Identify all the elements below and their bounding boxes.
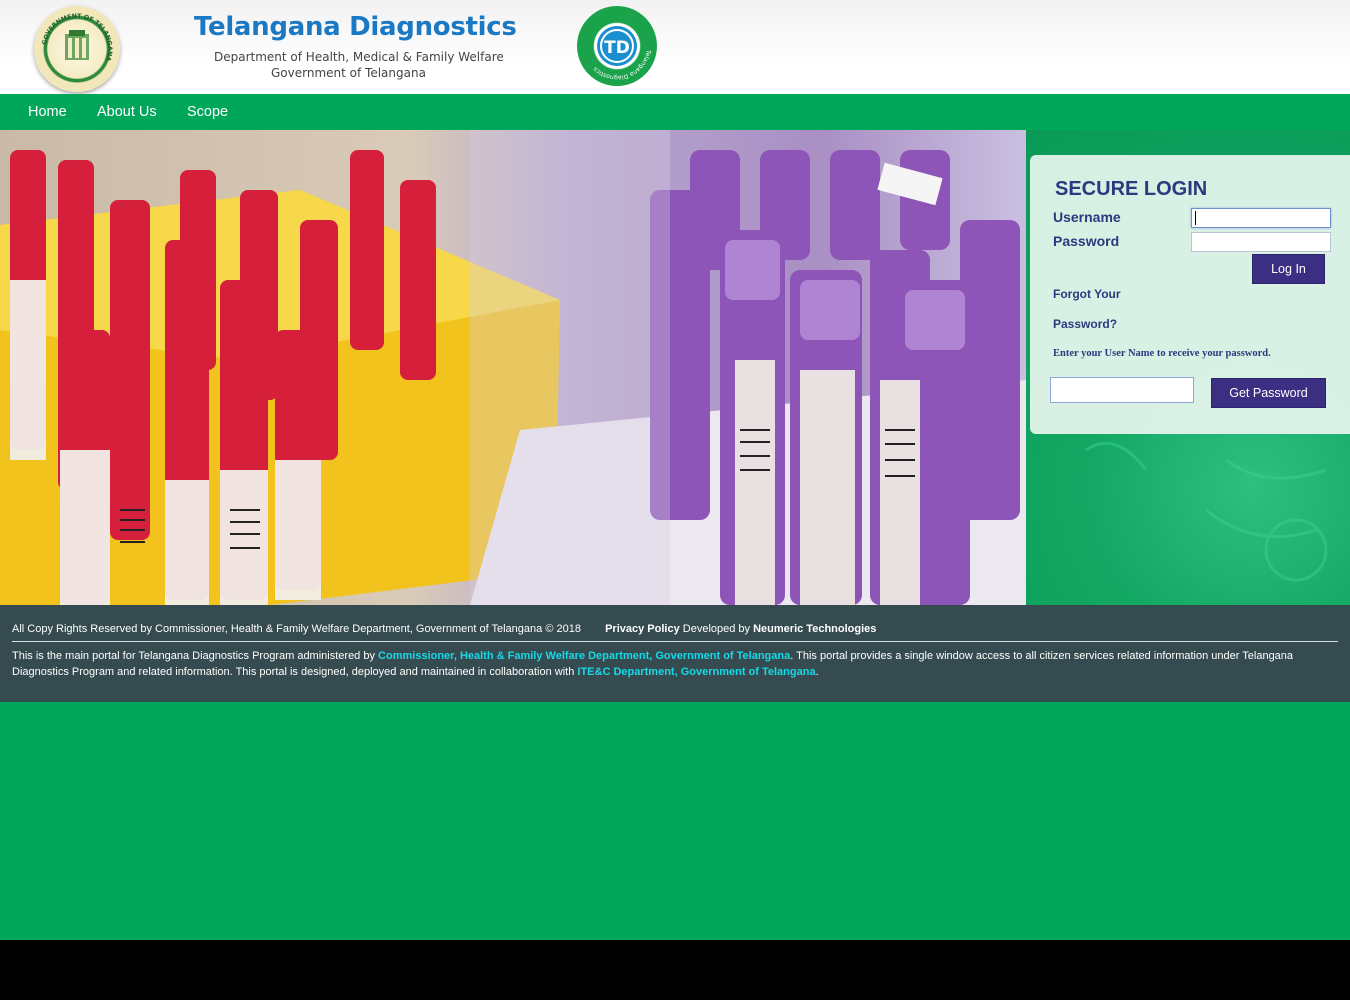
nav-scope[interactable]: Scope (187, 104, 228, 120)
forgot-password-line2: Password? (1053, 317, 1118, 331)
site-footer: All Copy Rights Reserved by Commissioner… (0, 605, 1350, 702)
brand-subtitle-department: Department of Health, Medical & Family W… (214, 50, 504, 64)
text-caret (1195, 211, 1196, 225)
page: GOVERNMENT OF TELANGANA Telangana Diagno… (0, 0, 1350, 940)
hero-image (0, 130, 1026, 605)
password-label: Password (1053, 233, 1120, 249)
commissioner-link[interactable]: Commissioner, Health & Family Welfare De… (378, 650, 790, 662)
login-title: SECURE LOGIN (1055, 178, 1208, 200)
footer-description: This is the main portal for Telangana Di… (12, 648, 1312, 680)
site-header: GOVERNMENT OF TELANGANA Telangana Diagno… (0, 0, 1350, 94)
nav-about-us[interactable]: About Us (97, 104, 157, 120)
footer-copyright: All Copy Rights Reserved by Commissioner… (12, 623, 581, 635)
nav-home[interactable]: Home (28, 104, 67, 120)
login-button[interactable]: Log In (1252, 254, 1325, 284)
td-logo-letters: TD (604, 38, 630, 58)
main-nav: Home About Us Scope (0, 94, 1350, 130)
get-password-button[interactable]: Get Password (1211, 378, 1326, 408)
itec-link[interactable]: ITE&C Department, Government of Telangan… (577, 666, 815, 678)
footer-desc-part3: . (815, 666, 819, 678)
privacy-policy-link[interactable]: Privacy Policy (605, 623, 680, 635)
footer-copyright-row: All Copy Rights Reserved by Commissioner… (12, 623, 876, 635)
password-input[interactable] (1191, 232, 1331, 252)
developer-link[interactable]: Neumeric Technologies (753, 623, 876, 635)
secure-login-panel: SECURE LOGIN Username Password Log In Fo… (1030, 155, 1350, 434)
forgot-password-line1: Forgot Your (1053, 287, 1121, 301)
username-input[interactable] (1191, 208, 1331, 228)
footer-desc-part1: This is the main portal for Telangana Di… (12, 650, 379, 662)
telangana-emblem-icon: GOVERNMENT OF TELANGANA (34, 6, 120, 92)
footer-divider (12, 641, 1338, 642)
username-label: Username (1053, 209, 1121, 225)
brand-title: Telangana Diagnostics (194, 12, 517, 42)
developed-by-label: Developed by (682, 623, 751, 635)
brand-subtitle-government: Government of Telangana (271, 66, 426, 80)
td-logo-icon: Telangana Diagnostics TD (577, 6, 657, 86)
recover-hint: Enter your User Name to receive your pas… (1053, 348, 1271, 359)
recover-username-input[interactable] (1050, 377, 1194, 403)
